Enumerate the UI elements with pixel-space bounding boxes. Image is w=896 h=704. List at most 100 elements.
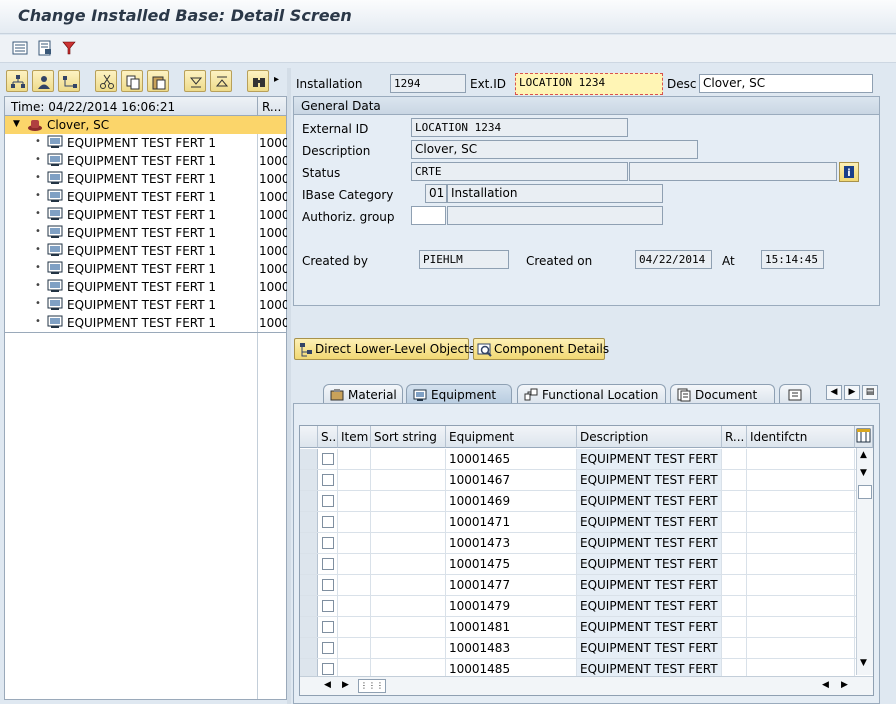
col-header-sort-string[interactable]: Sort string (371, 426, 446, 448)
cell-sort-string[interactable] (371, 533, 446, 553)
cell-equipment[interactable]: 10001467 (446, 470, 577, 490)
document-icon[interactable] (37, 40, 53, 56)
cell-identifctn[interactable] (747, 596, 855, 616)
cell-item[interactable] (338, 512, 371, 532)
filter-icon[interactable] (61, 40, 77, 56)
table-row[interactable]: 10001465 EQUIPMENT TEST FERT 1 (300, 449, 857, 470)
col-header-item[interactable]: Item (338, 426, 371, 448)
cell-identifctn[interactable] (747, 617, 855, 637)
cell-identifctn[interactable] (747, 470, 855, 490)
paste-icon[interactable] (147, 70, 169, 92)
tree-item[interactable]: • EQUIPMENT TEST FERT 1 1000 (5, 242, 290, 260)
tree-root-node[interactable]: ▼ Clover, SC (5, 116, 286, 134)
tree-item[interactable]: • EQUIPMENT TEST FERT 1 1000 (5, 278, 290, 296)
status-info-button[interactable]: i (839, 162, 859, 182)
cell-identifctn[interactable] (747, 533, 855, 553)
row-selector[interactable] (300, 575, 318, 595)
table-row[interactable]: 10001473 EQUIPMENT TEST FERT 1 (300, 533, 857, 554)
expand-down-icon[interactable] (184, 70, 206, 92)
tab-equipment[interactable]: Equipment (406, 384, 512, 404)
cell-sort-string[interactable] (371, 449, 446, 469)
tab-document[interactable]: Document (670, 384, 775, 404)
cell-equipment[interactable]: 10001473 (446, 533, 577, 553)
pane-splitter[interactable] (287, 68, 291, 704)
cell-item[interactable] (338, 449, 371, 469)
table-row[interactable]: 10001481 EQUIPMENT TEST FERT 1 (300, 617, 857, 638)
row-selector[interactable] (300, 470, 318, 490)
tab-functional-location[interactable]: Functional Location (517, 384, 666, 404)
extid-input[interactable]: LOCATION 1234 (515, 73, 663, 95)
hscroll-thumb[interactable]: ⋮⋮⋮ (358, 679, 386, 693)
find-icon[interactable] (247, 70, 269, 92)
tab-scroll-left-button[interactable]: ◀ (826, 385, 842, 400)
scroll-up-icon[interactable]: ▲ (860, 450, 867, 460)
tab-scroll-right-button[interactable]: ▶ (844, 385, 860, 400)
select-all-header[interactable] (300, 426, 318, 448)
cell-equipment[interactable]: 10001465 (446, 449, 577, 469)
tab-more[interactable] (779, 384, 811, 404)
table-row[interactable]: 10001471 EQUIPMENT TEST FERT 1 (300, 512, 857, 533)
table-row[interactable]: 10001469 EQUIPMENT TEST FERT 1 (300, 491, 857, 512)
tree-item[interactable]: • EQUIPMENT TEST FERT 1 1000 (5, 206, 290, 224)
cell-item[interactable] (338, 470, 371, 490)
cell-sort-string[interactable] (371, 596, 446, 616)
tree-col2-header[interactable]: R... (262, 100, 281, 114)
tree-item[interactable]: • EQUIPMENT TEST FERT 1 1000 (5, 134, 290, 152)
cell-item[interactable] (338, 596, 371, 616)
cell-identifctn[interactable] (747, 554, 855, 574)
table-row[interactable]: 10001479 EQUIPMENT TEST FERT 1 (300, 596, 857, 617)
row-selector[interactable] (300, 617, 318, 637)
cell-item[interactable] (338, 554, 371, 574)
row-selector[interactable] (300, 596, 318, 616)
list-icon[interactable] (12, 40, 28, 56)
scroll-thumb[interactable] (858, 485, 872, 499)
component-details-button[interactable]: Component Details (473, 338, 609, 360)
col-header-description[interactable]: Description (577, 426, 722, 448)
cell-sort-string[interactable] (371, 512, 446, 532)
tab-material[interactable]: Material (323, 384, 403, 404)
table-horizontal-scrollbar[interactable]: ◀ ▶ ⋮⋮⋮ ◀ ▶ (300, 676, 873, 695)
cell-equipment[interactable]: 10001483 (446, 638, 577, 658)
direct-lower-level-button[interactable]: Direct Lower-Level Objects (294, 338, 475, 360)
cell-sort-string[interactable] (371, 470, 446, 490)
table-row[interactable]: 10001475 EQUIPMENT TEST FERT 1 (300, 554, 857, 575)
cell-item[interactable] (338, 533, 371, 553)
cell-identifctn[interactable] (747, 512, 855, 532)
cell-equipment[interactable]: 10001475 (446, 554, 577, 574)
copy-icon[interactable] (121, 70, 143, 92)
tree-item[interactable]: • EQUIPMENT TEST FERT 1 1000 (5, 152, 290, 170)
cut-icon[interactable] (95, 70, 117, 92)
row-selector[interactable] (300, 554, 318, 574)
cell-equipment[interactable]: 10001469 (446, 491, 577, 511)
cell-sort-string[interactable] (371, 554, 446, 574)
scroll-down-icon[interactable]: ▼ (860, 468, 867, 478)
row-selector[interactable] (300, 449, 318, 469)
expand-triangle-icon[interactable]: ▼ (13, 119, 20, 129)
table-row[interactable]: 10001477 EQUIPMENT TEST FERT 1 (300, 575, 857, 596)
collapse-up-icon[interactable] (210, 70, 232, 92)
cell-item[interactable] (338, 638, 371, 658)
cell-identifctn[interactable] (747, 449, 855, 469)
cell-sort-string[interactable] (371, 575, 446, 595)
tree-item[interactable]: • EQUIPMENT TEST FERT 1 1000 (5, 296, 290, 314)
cell-sort-string[interactable] (371, 617, 446, 637)
cell-sort-string[interactable] (371, 638, 446, 658)
cell-sort-string[interactable] (371, 491, 446, 511)
scroll-down-bottom-icon[interactable]: ▼ (860, 658, 867, 668)
scroll-right-end-icon[interactable]: ▶ (841, 680, 848, 690)
cell-identifctn[interactable] (747, 638, 855, 658)
hierarchy-icon[interactable] (6, 70, 28, 92)
tree-item[interactable]: • EQUIPMENT TEST FERT 1 1000 (5, 188, 290, 206)
scroll-right-icon[interactable]: ▶ (342, 680, 349, 690)
tab-list-button[interactable]: ▤ (862, 385, 878, 400)
cell-item[interactable] (338, 575, 371, 595)
tree-item[interactable]: • EQUIPMENT TEST FERT 1 1000 (5, 224, 290, 242)
tree-item[interactable]: • EQUIPMENT TEST FERT 1 1000 (5, 170, 290, 188)
row-selector[interactable] (300, 491, 318, 511)
row-selector[interactable] (300, 533, 318, 553)
tree-item[interactable]: • EQUIPMENT TEST FERT 1 1000 (5, 260, 290, 278)
authoriz-group-input[interactable] (411, 206, 446, 225)
column-settings-button[interactable] (855, 426, 873, 448)
cell-equipment[interactable]: 10001477 (446, 575, 577, 595)
person-icon[interactable] (32, 70, 54, 92)
